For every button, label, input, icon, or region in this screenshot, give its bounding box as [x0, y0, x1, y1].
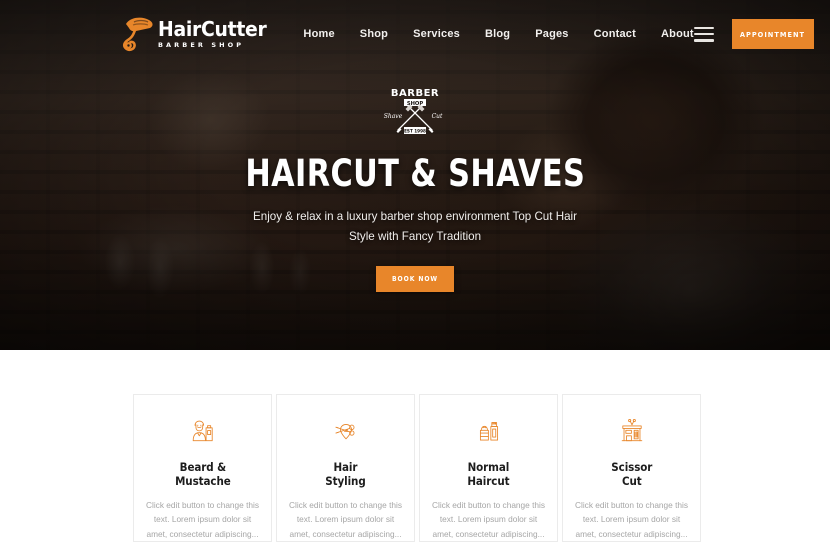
hero-section: HairCutter BARBER SHOP Home Shop Service…: [0, 0, 830, 350]
service-card-text: Click edit button to change this text. L…: [432, 500, 545, 539]
hero-subtitle: Enjoy & relax in a luxury barber shop en…: [253, 210, 577, 243]
brand-tagline: BARBER SHOP: [158, 41, 245, 50]
nav-item-services[interactable]: Services: [413, 28, 460, 40]
nav-item-contact[interactable]: Contact: [594, 28, 636, 40]
top-navigation-bar: HairCutter BARBER SHOP Home Shop Service…: [0, 0, 830, 68]
page-root: HairCutter BARBER SHOP Home Shop Service…: [0, 0, 830, 560]
brand-name: HairCutter: [158, 17, 267, 42]
book-now-button[interactable]: BOOK NOW: [376, 265, 454, 292]
book-now-label: BOOK NOW: [391, 274, 439, 283]
barber-storefront-icon: [621, 419, 642, 442]
brand-logo[interactable]: HairCutter BARBER SHOP: [122, 14, 273, 54]
svg-text:Shave: Shave: [384, 113, 403, 120]
barber-shop-crossed-razors-emblem: BARBER SHOP Shave Cut EST 1998: [384, 88, 443, 135]
nav-item-home[interactable]: Home: [303, 28, 334, 40]
hamburger-menu-icon[interactable]: [693, 26, 714, 42]
appointment-button[interactable]: APPOINTMENT: [731, 19, 814, 49]
barber-with-bottle-icon: [192, 420, 213, 442]
service-card-scissor-cut[interactable]: Scissor Cut Click edit button to change …: [562, 394, 701, 542]
svg-text:EST 1998: EST 1998: [404, 129, 426, 134]
service-card-text: Click edit button to change this text. L…: [289, 500, 402, 539]
svg-text:Cut: Cut: [432, 113, 443, 120]
cream-jar-and-tube-icon: [479, 422, 498, 441]
main-nav: Home Shop Services Blog Pages Contact Ab…: [303, 28, 693, 40]
nav-item-about[interactable]: About: [661, 28, 694, 40]
service-card-hair-styling[interactable]: Hair Styling Click edit button to change…: [276, 394, 415, 542]
nav-item-pages[interactable]: Pages: [535, 28, 568, 40]
nav-item-blog[interactable]: Blog: [485, 28, 510, 40]
service-card-title: Scissor Cut: [610, 459, 653, 489]
razor-logo-icon: [122, 17, 153, 52]
nav-item-shop[interactable]: Shop: [360, 28, 388, 40]
service-card-title: Beard & Mustache: [174, 459, 231, 489]
service-card-text: Click edit button to change this text. L…: [575, 500, 688, 539]
services-section: Beard & Mustache Click edit button to ch…: [0, 350, 830, 560]
service-card-title: Normal Haircut: [467, 459, 510, 489]
appointment-button-label: APPOINTMENT: [740, 29, 806, 39]
service-card-title: Hair Styling: [325, 459, 366, 489]
service-card-text: Click edit button to change this text. L…: [146, 500, 259, 539]
hero-title: HAIRCUT & SHAVES: [245, 152, 585, 196]
service-card-normal-haircut[interactable]: Normal Haircut Click edit button to chan…: [419, 394, 558, 542]
service-card-beard-mustache[interactable]: Beard & Mustache Click edit button to ch…: [133, 394, 272, 542]
service-cards: Beard & Mustache Click edit button to ch…: [133, 394, 701, 542]
scissors-pin-icon: [334, 424, 354, 440]
topbar-actions: APPOINTMENT: [693, 19, 814, 49]
svg-text:BARBER: BARBER: [391, 88, 439, 99]
